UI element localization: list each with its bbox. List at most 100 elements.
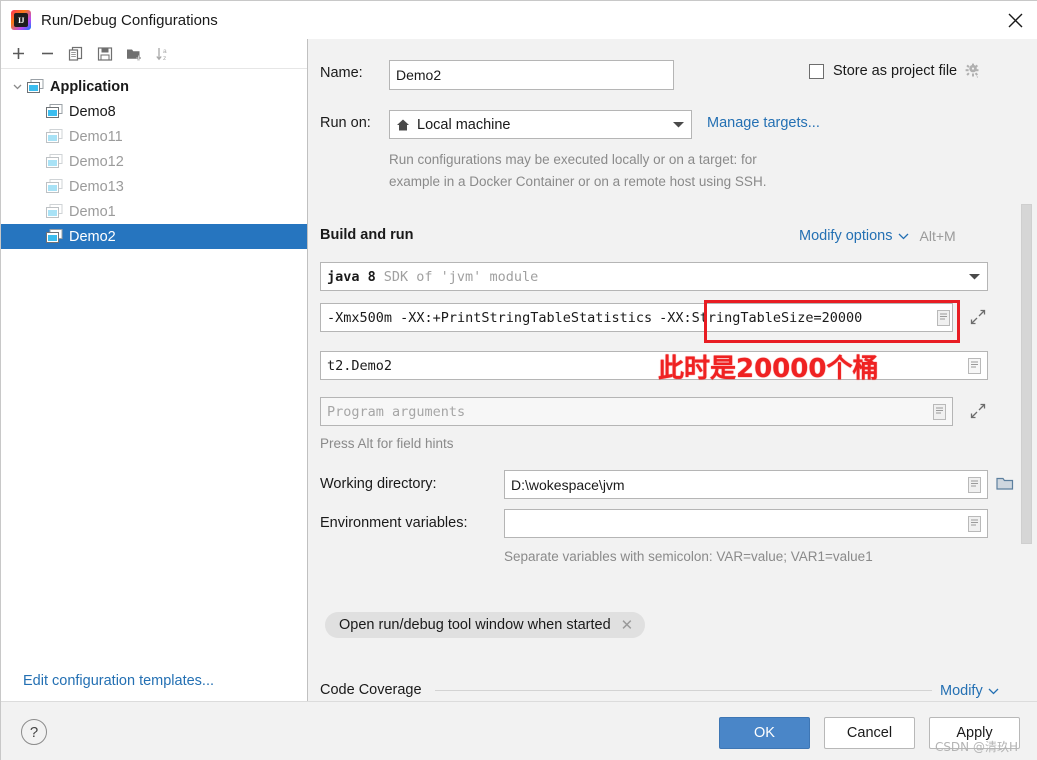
annotation-note-text: 此时是20000个桶 (658, 354, 879, 384)
modify-options-row: Modify options Alt+M (799, 227, 956, 245)
modify-options-shortcut: Alt+M (919, 228, 956, 244)
config-icon (46, 154, 63, 169)
vm-options-macro-icon[interactable] (937, 309, 950, 326)
environment-variables-hint: Separate variables with semicolon: VAR=v… (504, 549, 873, 564)
name-label: Name: (320, 65, 363, 81)
sidebar-toolbar: a z (1, 39, 307, 69)
working-directory-input[interactable]: D:\wokespace\jvm (504, 470, 988, 499)
vm-options-input[interactable]: -Xmx500m -XX:+PrintStringTableStatistics… (320, 303, 953, 332)
help-button[interactable]: ? (21, 719, 47, 745)
open-tool-window-chip-label: Open run/debug tool window when started (339, 617, 611, 633)
home-icon (396, 118, 410, 132)
main-class-browse-icon[interactable] (968, 357, 981, 374)
svg-text:z: z (163, 55, 166, 62)
watermark: CSDN @清玖H (934, 740, 1018, 754)
jre-value-bold: java 8 (327, 268, 376, 285)
save-configuration-button[interactable] (96, 45, 114, 63)
chevron-down-icon[interactable] (672, 117, 685, 133)
edit-configuration-templates-link[interactable]: Edit configuration templates... (23, 673, 214, 689)
configurations-sidebar: a z Application Demo8 Demo11 Demo12 Demo… (1, 39, 308, 701)
store-as-project-file-checkbox[interactable] (809, 63, 824, 79)
tree-item-demo11[interactable]: Demo11 (1, 124, 307, 149)
run-debug-configurations-dialog: IJ Run/Debug Configurations a z Applicat… (0, 0, 1037, 760)
svg-text:a: a (163, 48, 167, 55)
cancel-button[interactable]: Cancel (824, 717, 915, 749)
main-class-value: t2.Demo2 (327, 357, 393, 374)
run-on-label: Run on: (320, 115, 371, 131)
run-on-hint-line-1: Run configurations may be executed local… (389, 152, 757, 167)
program-arguments-expand-icon[interactable] (970, 403, 986, 419)
field-hints-text: Press Alt for field hints (320, 436, 454, 451)
close-icon[interactable]: ✕ (621, 616, 634, 634)
build-and-run-title: Build and run (320, 227, 414, 243)
tree-item-label: Demo2 (69, 228, 116, 245)
name-input[interactable]: Demo2 (389, 60, 674, 90)
copy-configuration-button[interactable] (67, 45, 85, 63)
working-directory-value: D:\wokespace\jvm (511, 476, 625, 493)
environment-variables-edit-icon[interactable] (968, 515, 981, 532)
jre-dropdown[interactable]: java 8 SDK of 'jvm' module (320, 262, 988, 291)
add-configuration-button[interactable] (9, 45, 27, 63)
code-coverage-divider (435, 690, 932, 691)
main-class-input[interactable]: t2.Demo2 (320, 351, 988, 380)
code-coverage-title: Code Coverage (320, 682, 422, 698)
tree-item-demo12[interactable]: Demo12 (1, 149, 307, 174)
tree-item-label: Application (50, 78, 129, 95)
tree-item-demo13[interactable]: Demo13 (1, 174, 307, 199)
move-into-folder-button[interactable] (125, 45, 143, 63)
title-bar: IJ Run/Debug Configurations (1, 1, 1037, 39)
program-arguments-placeholder: Program arguments (327, 403, 466, 420)
tree-item-demo8[interactable]: Demo8 (1, 99, 307, 124)
sort-alpha-icon[interactable]: a z (154, 45, 172, 63)
run-on-value: Local machine (417, 116, 511, 133)
manage-targets-link-row: Manage targets... (707, 115, 820, 131)
store-as-project-file-row: Store as project file (809, 63, 981, 79)
code-coverage-modify-row: Modify (940, 682, 999, 700)
details-scrollbar-track[interactable] (1021, 204, 1032, 584)
vm-options-expand-icon[interactable] (970, 309, 986, 325)
close-icon[interactable] (992, 1, 1037, 39)
tool-window-chip-wrapper: Open run/debug tool window when started … (325, 612, 646, 638)
manage-targets-link[interactable]: Manage targets... (707, 115, 820, 131)
jre-value-dim: SDK of 'jvm' module (383, 268, 539, 285)
working-directory-macro-icon[interactable] (968, 476, 981, 493)
tree-group-application[interactable]: Application (1, 74, 307, 99)
chevron-down-icon[interactable] (968, 269, 981, 285)
config-icon (46, 104, 63, 119)
application-config-icon (27, 79, 44, 94)
program-arguments-input[interactable]: Program arguments (320, 397, 953, 426)
vm-options-value-left: -Xmx500m -XX:+PrintStringTableStatistics (327, 309, 653, 326)
vm-options-value-highlighted: -XX:StringTableSize=20000 (659, 309, 863, 326)
modify-options-link[interactable]: Modify options (799, 228, 893, 244)
remove-configuration-button[interactable] (38, 45, 56, 63)
name-row: Name: (320, 65, 363, 81)
environment-variables-input[interactable] (504, 509, 988, 538)
window-title: Run/Debug Configurations (41, 11, 218, 29)
working-directory-browse-folder-icon[interactable] (996, 476, 1014, 491)
run-on-hint: Run configurations may be executed local… (389, 149, 766, 193)
intellij-idea-logo-icon: IJ (11, 10, 31, 30)
tree-item-label: Demo12 (69, 153, 124, 170)
program-arguments-macro-icon[interactable] (933, 403, 946, 420)
run-on-dropdown[interactable]: Local machine (389, 110, 692, 139)
config-icon (46, 129, 63, 144)
working-directory-label: Working directory: (320, 476, 437, 492)
gear-icon[interactable] (965, 63, 981, 79)
tree-item-demo2[interactable]: Demo2 (1, 224, 307, 249)
chevron-down-icon[interactable] (9, 81, 25, 92)
environment-variables-label: Environment variables: (320, 515, 468, 531)
tree-item-demo1[interactable]: Demo1 (1, 199, 307, 224)
working-directory-row: Working directory: (320, 476, 437, 492)
ok-button[interactable]: OK (719, 717, 810, 749)
tree-item-label: Demo13 (69, 178, 124, 195)
config-icon (46, 179, 63, 194)
name-input-value: Demo2 (396, 67, 442, 83)
details-scrollbar-thumb[interactable] (1021, 204, 1032, 544)
chevron-down-icon[interactable] (988, 682, 999, 700)
code-coverage-modify-link[interactable]: Modify (940, 683, 983, 699)
run-on-hint-line-2: example in a Docker Container or on a re… (389, 174, 767, 189)
open-tool-window-chip[interactable]: Open run/debug tool window when started … (325, 612, 646, 638)
chevron-down-icon[interactable] (898, 227, 909, 245)
store-as-project-file-label: Store as project file (833, 63, 958, 79)
config-icon (46, 204, 63, 219)
